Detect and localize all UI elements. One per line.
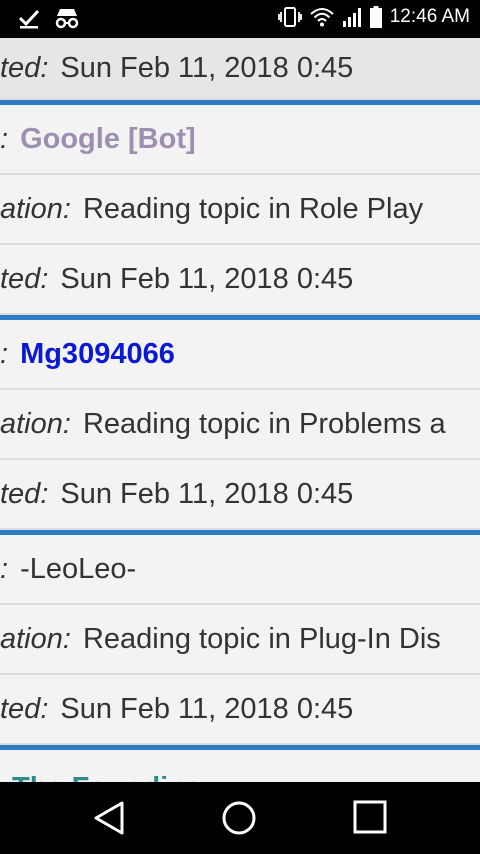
row-label: ted: [0, 262, 49, 295]
location-row: ation: Reading topic in Role Play [0, 175, 480, 245]
row-value: Sun Feb 11, 2018 0:45 [60, 477, 354, 510]
row-label: : [0, 552, 9, 585]
location-link[interactable]: Reading topic in Role Play [83, 193, 423, 226]
signal-icon [342, 7, 362, 27]
battery-icon [369, 6, 382, 28]
row-label: ation: [0, 407, 71, 440]
recents-icon[interactable] [353, 800, 387, 839]
location-link[interactable]: Reading topic in Problems a [83, 408, 446, 441]
username-link[interactable]: Google [Bot] [20, 123, 196, 156]
username-row: : -LeoLeo- [0, 535, 480, 605]
location-row: ation: Reading topic in Problems a [0, 390, 480, 460]
user-entry-partial: The Founding [0, 750, 480, 782]
user-entry: : Google [Bot] ation: Reading topic in R… [0, 105, 480, 315]
online-users-list[interactable]: ted: Sun Feb 11, 2018 0:45 : Google [Bot… [0, 38, 480, 782]
status-bar: 12:46 AM [0, 0, 480, 38]
username-row: The Founding [0, 750, 480, 782]
username-text: -LeoLeo- [20, 552, 137, 585]
username-row: : Google [Bot] [0, 105, 480, 175]
user-entry: : -LeoLeo- ation: Reading topic in Plug-… [0, 535, 480, 745]
username-row: : Mg3094066 [0, 320, 480, 390]
clock: 12:46 AM [389, 6, 470, 27]
username-link[interactable]: The Founding [12, 772, 204, 782]
row-label: ation: [0, 192, 71, 225]
row-value: Sun Feb 11, 2018 0:45 [60, 51, 354, 84]
last-visited-row: ted: Sun Feb 11, 2018 0:45 [0, 38, 480, 100]
location-link[interactable]: Reading topic in Plug-In Dis [83, 623, 441, 656]
username-link[interactable]: Mg3094066 [20, 338, 175, 371]
back-icon[interactable] [92, 800, 126, 841]
location-row: ation: Reading topic in Plug-In Dis [0, 605, 480, 675]
navigation-bar [0, 782, 480, 854]
row-label: : [0, 122, 9, 155]
last-visited-row: ted: Sun Feb 11, 2018 0:45 [0, 245, 480, 315]
row-value: Sun Feb 11, 2018 0:45 [60, 692, 354, 725]
check-download-icon [18, 7, 40, 29]
row-label: ted: [0, 692, 49, 725]
vibrate-icon [277, 6, 302, 28]
row-label: ted: [0, 477, 49, 510]
home-icon[interactable] [221, 800, 257, 841]
row-label: : [0, 337, 9, 370]
last-visited-row: ted: Sun Feb 11, 2018 0:45 [0, 675, 480, 745]
row-label: ted: [0, 51, 49, 84]
user-entry: : Mg3094066 ation: Reading topic in Prob… [0, 320, 480, 530]
row-label: ation: [0, 622, 71, 655]
incognito-icon [54, 7, 80, 29]
row-value: Sun Feb 11, 2018 0:45 [60, 262, 354, 295]
wifi-icon [310, 7, 334, 27]
last-visited-row: ted: Sun Feb 11, 2018 0:45 [0, 460, 480, 530]
